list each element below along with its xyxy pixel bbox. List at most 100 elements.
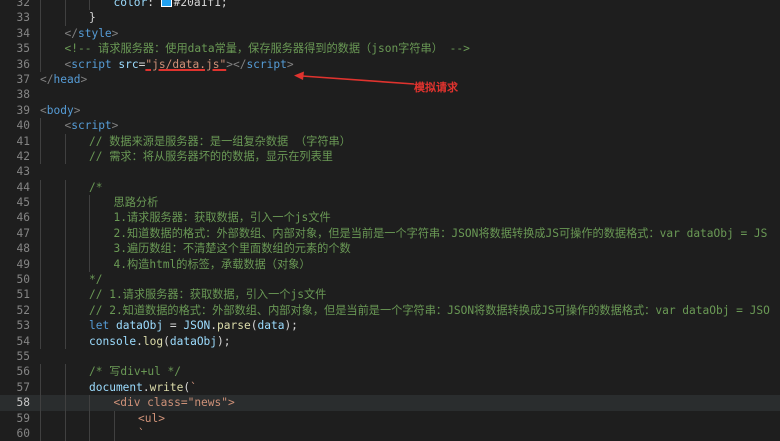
code-line[interactable]: 40 <script> [0,118,780,134]
indent-guide [64,379,90,396]
code-line[interactable]: 45 思路分析 [0,195,780,211]
indent-guide [40,0,65,11]
code-text[interactable]: <body> [40,103,80,118]
code-line[interactable]: 41 // 数据来源是服务器：是一组复杂数据 （字符串） [0,133,780,149]
code-line[interactable]: 32 color: #20a1f1; [0,0,780,11]
code-token: > [111,26,119,40]
code-text[interactable]: 1.请求服务器：获取数据，引入一个js文件 [40,210,331,226]
indent-guide [40,272,65,288]
code-text[interactable]: <script> [40,118,119,134]
code-editor[interactable]: 32 color: #20a1f1; 33} 34 </style> 35 <!-- 请求服… [0,0,780,441]
code-line[interactable]: 34 </style> [0,25,780,42]
code-text[interactable]: // 数据来源是服务器：是一组复杂数据 （字符串） [40,133,351,149]
code-text[interactable]: /* 写div+ul */ [40,364,182,380]
code-line[interactable]: 54 console.log(dataObj); [0,333,780,349]
code-line[interactable]: 52 // 2.知道数据的格式：外部数组、内部对象，但是当前是一个字符串：JSON… [0,302,780,319]
code-line[interactable]: 39 <body> [0,103,780,118]
indent-guide [40,410,65,426]
code-text[interactable]: </style> [40,25,119,42]
code-text[interactable]: color: #20a1f1; [40,0,228,11]
code-text[interactable]: <script src="js/data.js"></script> [40,56,294,72]
code-text[interactable]: 思路分析 [40,195,158,211]
code-line[interactable]: 46 1.请求服务器：获取数据，引入一个js文件 [0,210,780,226]
code-line[interactable]: 44 /* [0,179,780,196]
code-line[interactable]: 35 <!-- 请求服务器：使用data常量，保存服务器得到的数据（json字符串… [0,41,780,57]
code-line[interactable]: 55 [0,349,780,364]
indent-guide [64,302,90,319]
code-text[interactable]: <!-- 请求服务器：使用data常量，保存服务器得到的数据（json字符串） … [40,41,470,57]
code-text[interactable]: console.log(dataObj); [40,333,231,349]
indent-guide [89,241,114,257]
code-token: </ [64,26,78,40]
code-token: /* [89,180,103,194]
code-text[interactable]: // 1.请求服务器：获取数据，引入一个js文件 [40,287,327,303]
line-number: 59 [16,411,30,425]
code-text[interactable]: /* [40,179,103,196]
code-token: script [246,57,287,71]
indent-guide [40,256,65,273]
indent-guide [40,225,65,242]
code-text[interactable]: // 需求：将从服务器坏的的数据，显示在列表里 [40,148,333,165]
color-swatch-icon[interactable] [160,0,172,7]
code-line[interactable]: 49 4.构造html的标签，承载数据（对象） [0,256,780,273]
indent-guide [89,395,114,411]
code-text[interactable]: <div class="news"> [40,395,235,411]
line-number: 35 [16,42,30,56]
code-line[interactable]: 59 <ul> [0,410,780,426]
code-text[interactable]: document.write(` [40,379,197,396]
code-line[interactable]: 48 3.遍历数组：不清楚这个里面数组的元素的个数 [0,241,780,257]
code-token: // 2.知道数据的格式：外部数组、内部对象，但是当前是一个字符串：JSON将数… [89,303,770,317]
code-token: . [136,334,143,348]
code-token: <ul> [138,411,165,425]
code-token: script [71,119,112,133]
code-text[interactable]: </head> [40,72,87,87]
code-line[interactable]: 43 [0,164,780,179]
code-line[interactable]: 56 /* 写div+ul */ [0,364,780,380]
indent-guide [89,195,114,211]
indent-guide [40,287,65,303]
line-number: 49 [16,257,30,271]
code-line[interactable]: 33} [0,10,780,26]
code-line[interactable]: 42 // 需求：将从服务器坏的的数据，显示在列表里 [0,148,780,165]
code-token: <!-- 请求服务器：使用data常量，保存服务器得到的数据（json字符串） … [64,42,470,56]
code-text[interactable]: } [40,10,96,26]
code-token: body [46,103,74,117]
code-token: > [73,103,81,117]
indent-guide [64,333,90,349]
code-line[interactable]: 50 */ [0,272,780,288]
indent-guide [64,241,90,257]
line-number: 46 [16,211,30,225]
code-token: < [40,103,47,117]
line-number: 43 [16,165,30,179]
line-number: 39 [16,103,30,117]
code-token: // 1.请求服务器：获取数据，引入一个js文件 [89,288,327,302]
code-text[interactable]: // 2.知道数据的格式：外部数组、内部对象，但是当前是一个字符串：JSON将数… [40,302,770,319]
indent-guide [64,10,90,26]
code-line[interactable]: 47 2.知道数据的格式：外部数组、内部对象，但是当前是一个字符串：JSON将数据… [0,225,780,242]
code-line[interactable]: 58 <div class="news"> [0,395,780,411]
code-text[interactable]: */ [40,272,102,288]
code-text[interactable]: <ul> [40,410,165,426]
code-text[interactable]: 4.构造html的标签，承载数据（对象） [40,256,311,273]
code-token: write [149,380,184,394]
code-token: ); [217,334,231,348]
code-line[interactable]: 51 // 1.请求服务器：获取数据，引入一个js文件 [0,287,780,303]
code-line[interactable]: 53 let dataObj = JSON.parse(data); [0,318,780,334]
code-text[interactable]: 3.遍历数组：不清楚这个里面数组的元素的个数 [40,241,351,257]
indent-guide [40,118,65,134]
indent-guide [64,410,90,426]
line-number: 58 [16,396,30,410]
indent-guide [40,41,65,57]
indent-guide [89,225,114,242]
code-token: let [89,319,110,333]
line-number: 47 [16,226,30,240]
code-token: /* 写div+ul */ [89,365,182,379]
code-token: > [111,119,119,133]
code-line[interactable]: 57 document.write(` [0,379,780,396]
code-text[interactable]: 2.知道数据的格式：外部数组、内部对象，但是当前是一个字符串：JSON将数据转换… [40,225,767,242]
code-text[interactable]: let dataObj = JSON.parse(data); [40,318,298,334]
red-arrow-icon [294,71,415,85]
line-number: 36 [16,57,30,71]
indent-guide [40,333,65,349]
indent-guide [40,395,65,411]
